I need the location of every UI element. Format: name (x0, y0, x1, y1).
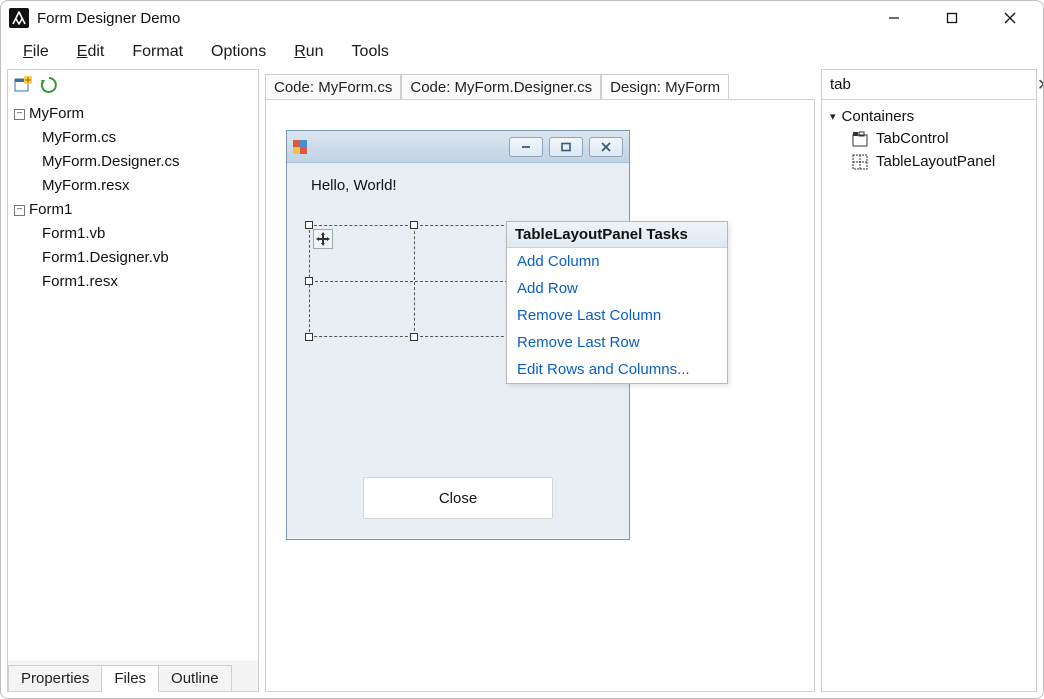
expander-icon[interactable]: − (14, 109, 25, 120)
tablelayoutpanel-selection[interactable] (309, 225, 519, 337)
move-glyph-icon[interactable] (313, 229, 333, 249)
resize-handle[interactable] (305, 277, 313, 285)
tree-leaf[interactable]: MyForm.Designer.cs (42, 150, 252, 174)
task-panel-action[interactable]: Add Column (507, 248, 727, 275)
tree-leaf-label: Form1.vb (42, 222, 105, 246)
expander-icon[interactable]: − (14, 205, 25, 216)
task-panel-action[interactable]: Remove Last Column (507, 302, 727, 329)
tree-leaf-label: MyForm.cs (42, 126, 116, 150)
tree-node[interactable]: −Form1 (14, 198, 252, 222)
tree-node-label: Form1 (29, 198, 72, 222)
app-window: Form Designer Demo FileEditFormatOptions… (0, 0, 1044, 699)
designed-form-titlebar (287, 131, 629, 163)
menu-edit[interactable]: Edit (65, 39, 117, 65)
window-title: Form Designer Demo (37, 10, 180, 27)
task-panel-action[interactable]: Add Row (507, 275, 727, 302)
maximize-button[interactable] (923, 1, 981, 35)
clear-search-icon[interactable]: ✕ (1037, 75, 1044, 95)
refresh-icon[interactable] (40, 76, 58, 94)
tree-node-label: MyForm (29, 102, 84, 126)
form-icon (293, 140, 307, 154)
toolbox-category[interactable]: ▾ Containers (830, 106, 1028, 127)
toolbox-item-label: TableLayoutPanel (876, 153, 995, 170)
left-tab-files[interactable]: Files (102, 665, 159, 692)
tree-leaf-label: MyForm.Designer.cs (42, 150, 180, 174)
tree-leaf[interactable]: Form1.resx (42, 270, 252, 294)
tablelayoutpanel[interactable] (309, 225, 519, 337)
menu-format[interactable]: Format (120, 39, 195, 65)
menu-run[interactable]: Run (282, 39, 335, 65)
tree-leaf-label: Form1.Designer.vb (42, 246, 169, 270)
chevron-down-icon: ▾ (830, 110, 836, 123)
menubar: FileEditFormatOptionsRunTools (1, 35, 1043, 69)
editor-tab[interactable]: Code: MyForm.Designer.cs (401, 74, 601, 100)
toolbox-item-icon (852, 154, 868, 170)
tree-leaf[interactable]: Form1.vb (42, 222, 252, 246)
minimize-button[interactable] (865, 1, 923, 35)
resize-handle[interactable] (305, 221, 313, 229)
toolbox-search: ✕ (822, 70, 1036, 100)
left-bottom-tabs: PropertiesFilesOutline (8, 661, 258, 691)
titlebar: Form Designer Demo (1, 1, 1043, 35)
toolbox-panel: ✕ ▾ Containers TabControl TableLayoutPane… (821, 69, 1037, 692)
toolbox-item-icon (852, 131, 868, 147)
editor-tab[interactable]: Design: MyForm (601, 74, 729, 100)
designed-form-maximize[interactable] (549, 137, 583, 157)
tree-leaf-label: Form1.resx (42, 270, 118, 294)
toolbox: ▾ Containers TabControl TableLayoutPanel (822, 100, 1036, 691)
tree-leaf[interactable]: MyForm.cs (42, 126, 252, 150)
left-tab-outline[interactable]: Outline (159, 665, 232, 692)
tree-leaf[interactable]: Form1.Designer.vb (42, 246, 252, 270)
project-toolbar (8, 70, 258, 100)
app-icon (9, 8, 29, 28)
design-surface[interactable]: Hello, World! (265, 99, 815, 692)
toolbox-item[interactable]: TabControl (830, 127, 1028, 150)
menu-file[interactable]: File (11, 39, 61, 65)
designed-close-button[interactable]: Close (363, 477, 553, 519)
hello-label[interactable]: Hello, World! (311, 177, 605, 194)
task-panel-title: TableLayoutPanel Tasks (507, 222, 727, 248)
designed-form-minimize[interactable] (509, 137, 543, 157)
task-panel-action[interactable]: Remove Last Row (507, 329, 727, 356)
resize-handle[interactable] (410, 333, 418, 341)
new-form-icon[interactable] (14, 76, 32, 94)
toolbox-category-label: Containers (842, 108, 915, 125)
toolbox-item-label: TabControl (876, 130, 949, 147)
toolbox-search-input[interactable] (822, 70, 1037, 99)
toolbox-item[interactable]: TableLayoutPanel (830, 150, 1028, 173)
project-tree[interactable]: −MyFormMyForm.csMyForm.Designer.csMyForm… (8, 100, 258, 661)
tree-node[interactable]: −MyForm (14, 102, 252, 126)
smart-task-panel: TableLayoutPanel Tasks Add ColumnAdd Row… (506, 221, 728, 384)
tree-leaf[interactable]: MyForm.resx (42, 174, 252, 198)
resize-handle[interactable] (305, 333, 313, 341)
editor-tabs: Code: MyForm.csCode: MyForm.Designer.csD… (265, 69, 815, 99)
editor-tab[interactable]: Code: MyForm.cs (265, 74, 401, 100)
task-panel-action[interactable]: Edit Rows and Columns... (507, 356, 727, 383)
left-tab-properties[interactable]: Properties (8, 665, 102, 692)
designed-form-close[interactable] (589, 137, 623, 157)
close-button[interactable] (981, 1, 1039, 35)
resize-handle[interactable] (410, 221, 418, 229)
editor-area: Code: MyForm.csCode: MyForm.Designer.csD… (265, 69, 815, 692)
menu-tools[interactable]: Tools (340, 39, 401, 65)
tree-leaf-label: MyForm.resx (42, 174, 130, 198)
menu-options[interactable]: Options (199, 39, 278, 65)
project-panel: −MyFormMyForm.csMyForm.Designer.csMyForm… (7, 69, 259, 692)
